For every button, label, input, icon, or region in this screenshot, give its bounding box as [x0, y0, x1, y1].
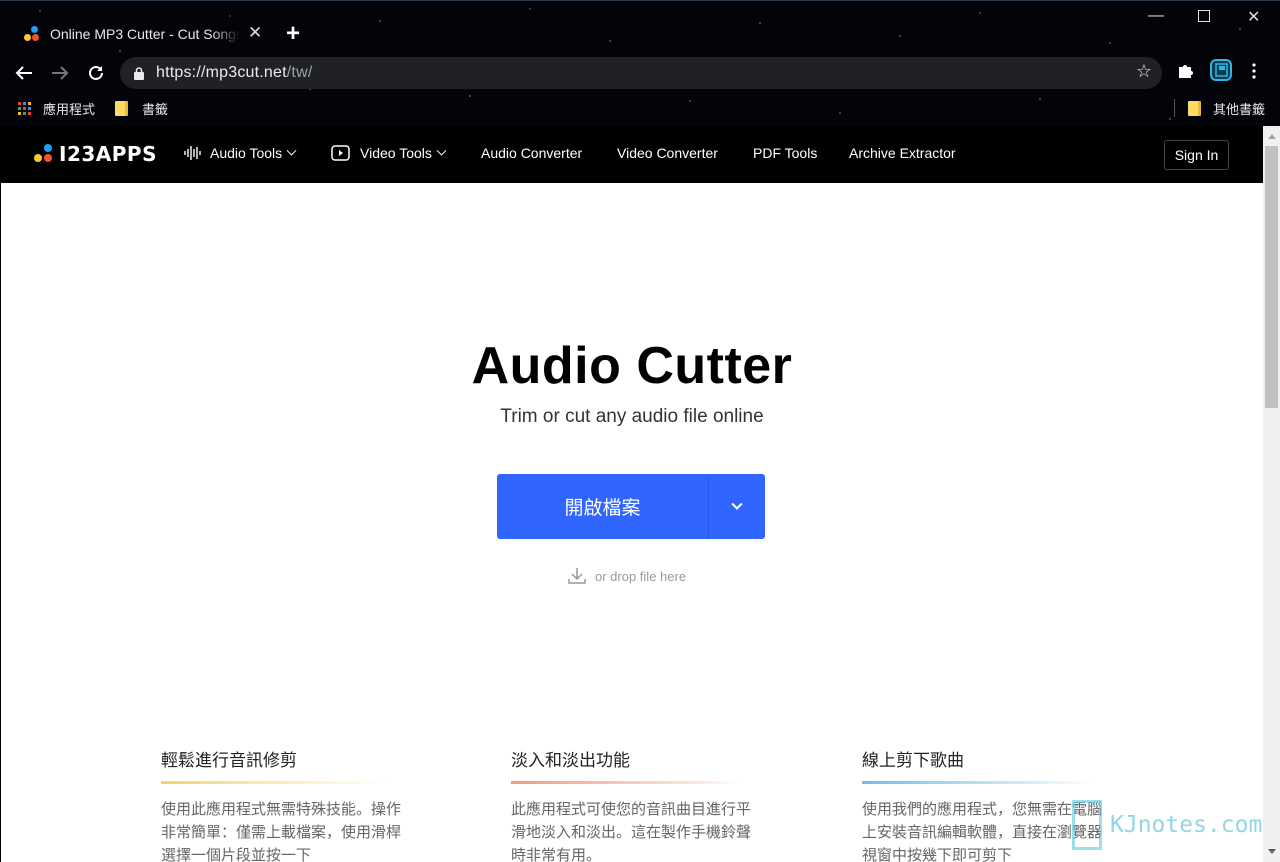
nav-audio-tools[interactable]: Audio Tools: [184, 145, 297, 161]
extensions-puzzle-icon[interactable]: [1177, 61, 1195, 84]
lock-icon: [134, 67, 144, 80]
open-file-button-group: 開啟檔案: [497, 474, 765, 539]
folder-icon: [1188, 101, 1201, 116]
minimize-icon[interactable]: —: [1148, 7, 1164, 25]
bookmark-star-icon[interactable]: ☆: [1136, 61, 1152, 82]
url-text: https://mp3cut.net/tw/: [156, 64, 313, 81]
drop-zone-hint: or drop file here: [567, 566, 686, 586]
watermark-logo-icon: [1072, 800, 1102, 850]
open-file-options-button[interactable]: [709, 474, 765, 539]
download-icon: [568, 568, 586, 584]
chevron-down-icon: [436, 145, 447, 156]
folder-icon: [115, 101, 128, 116]
new-tab-button[interactable]: +: [286, 19, 300, 49]
back-button[interactable]: [10, 59, 38, 87]
logo[interactable]: I23APPS: [33, 142, 157, 166]
scrollbar-thumb[interactable]: [1265, 146, 1278, 408]
nav-video-tools[interactable]: Video Tools: [331, 145, 447, 161]
feature-underline: [862, 781, 1092, 784]
feature-text: 使用此應用程式無需特殊技能。操作非常簡單：僅需上載檔案，使用滑桿選擇一個片段並按…: [161, 801, 402, 862]
nav-archive-extractor[interactable]: Archive Extractor: [849, 145, 956, 161]
bookmark-folder[interactable]: 書籤: [115, 99, 168, 118]
feature-underline: [511, 781, 741, 784]
address-bar[interactable]: https://mp3cut.net/tw/ ☆: [120, 57, 1162, 89]
bookmarks-divider: [1174, 99, 1175, 117]
feature-title: 輕鬆進行音訊修剪: [161, 751, 297, 770]
browser-tab[interactable]: Online MP3 Cutter - Cut Songs ✕: [14, 19, 274, 49]
reload-button[interactable]: [82, 59, 110, 87]
feature-title: 線上剪下歌曲: [862, 751, 964, 770]
nav-video-converter[interactable]: Video Converter: [617, 145, 718, 161]
page-scrollbar[interactable]: [1263, 126, 1280, 862]
feature-online-cut: 線上剪下歌曲 使用我們的應用程式，您無需在電腦上安裝音訊編輯軟體，直接在瀏覽器視…: [862, 746, 1102, 862]
feature-underline: [161, 781, 391, 784]
browser-chrome: Online MP3 Cutter - Cut Songs ✕ + — ✕ ht…: [0, 0, 1280, 126]
video-play-icon: [331, 145, 350, 161]
maximize-icon[interactable]: [1198, 10, 1210, 22]
bookmarks-bar: 應用程式 書籤 其他書籤: [0, 95, 1280, 121]
feature-text: 使用我們的應用程式，您無需在電腦上安裝音訊編輯軟體，直接在瀏覽器視窗中按幾下即可…: [862, 801, 1103, 862]
bookmark-apps[interactable]: 應用程式: [18, 99, 95, 118]
menu-kebab-icon[interactable]: [1252, 63, 1256, 84]
tab-close-icon[interactable]: ✕: [248, 23, 262, 43]
logo-dots-icon: [33, 143, 53, 165]
nav-audio-converter[interactable]: Audio Converter: [481, 145, 582, 161]
chevron-down-icon: [286, 145, 297, 156]
nav-pdf-tools[interactable]: PDF Tools: [753, 145, 817, 161]
sign-in-button[interactable]: Sign In: [1164, 140, 1229, 170]
audio-wave-icon: [184, 146, 201, 160]
web-page: I23APPS Audio Tools Video Tools Audio Co…: [1, 126, 1263, 862]
watermark: KJnotes.com: [1072, 800, 1262, 850]
tab-title: Online MP3 Cutter - Cut Songs: [50, 26, 240, 42]
chevron-down-icon: [731, 498, 743, 510]
extension-notebook-icon[interactable]: [1210, 59, 1232, 86]
site-navbar: I23APPS Audio Tools Video Tools Audio Co…: [1, 126, 1263, 183]
scroll-up-arrow-icon[interactable]: [1263, 128, 1280, 145]
other-bookmarks[interactable]: 其他書籤: [1188, 99, 1265, 118]
feature-easy-trim: 輕鬆進行音訊修剪 使用此應用程式無需特殊技能。操作非常簡單：僅需上載檔案，使用滑…: [161, 746, 401, 862]
page-title: Audio Cutter: [471, 337, 793, 395]
forward-button[interactable]: [46, 59, 74, 87]
close-window-icon[interactable]: ✕: [1247, 7, 1260, 27]
open-file-button[interactable]: 開啟檔案: [497, 474, 709, 539]
feature-title: 淡入和淡出功能: [511, 751, 630, 770]
scroll-down-arrow-icon[interactable]: [1263, 843, 1280, 860]
page-subtitle: Trim or cut any audio file online: [500, 406, 764, 427]
apps-grid-icon: [18, 102, 31, 115]
feature-text: 此應用程式可使您的音訊曲目進行平滑地淡入和淡出。這在製作手機鈴聲時非常有用。: [511, 801, 752, 862]
favicon-icon: [22, 24, 42, 44]
feature-fade: 淡入和淡出功能 此應用程式可使您的音訊曲目進行平滑地淡入和淡出。這在製作手機鈴聲…: [511, 746, 751, 862]
